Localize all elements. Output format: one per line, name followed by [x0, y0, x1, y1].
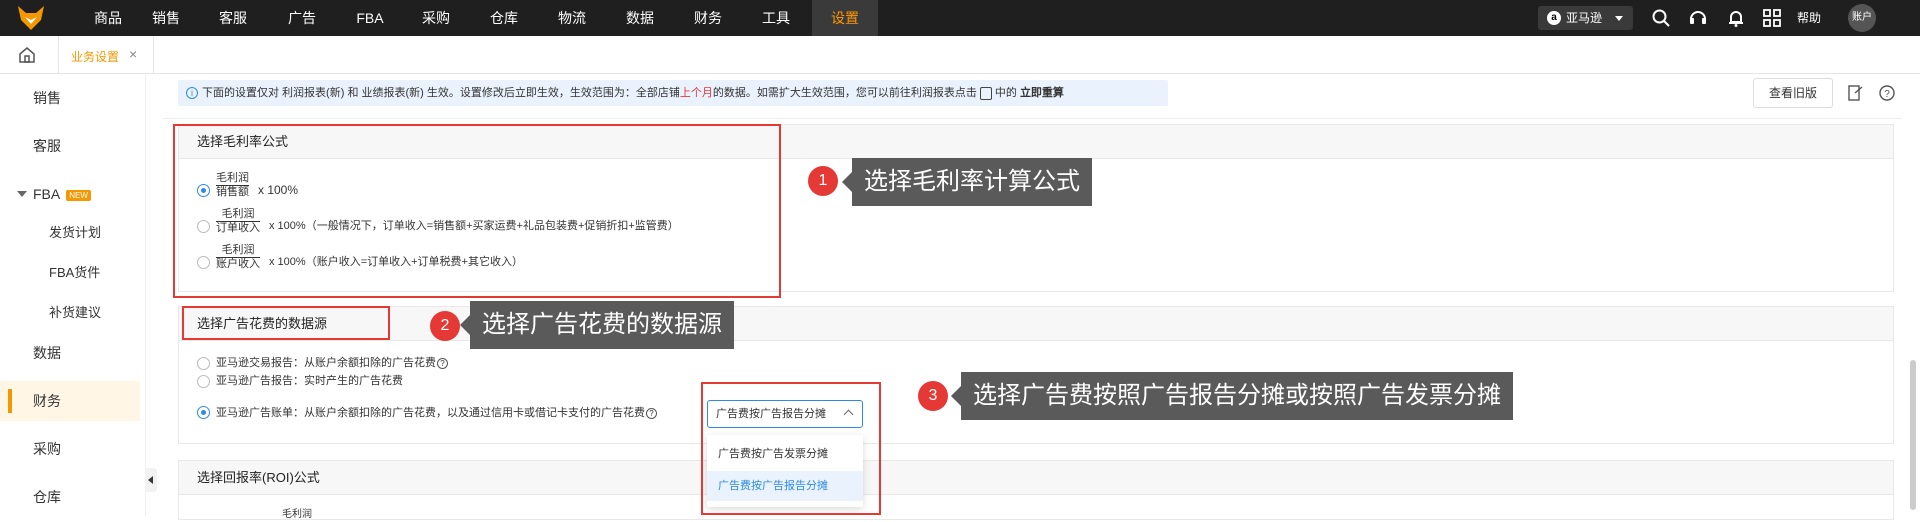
nav-products[interactable]: 商品	[80, 0, 136, 36]
sidebar-item-warehouse[interactable]: 仓库	[0, 477, 140, 517]
ad-source-option-2-radio[interactable]	[197, 375, 210, 388]
sidebar-item-purchase[interactable]: 采购	[0, 429, 140, 469]
info-icon: i	[186, 87, 198, 99]
annotation-box-3	[701, 382, 881, 515]
help-link[interactable]: 帮助	[1797, 0, 1821, 36]
section-title: 选择回报率(ROI)公式	[179, 461, 1893, 495]
fox-logo-icon[interactable]	[16, 4, 46, 32]
store-selector-label: 亚马逊	[1566, 11, 1603, 25]
info-text-highlight: 上个月	[679, 87, 713, 99]
store-selector[interactable]: a 亚马逊	[1538, 6, 1633, 30]
nav-purchase[interactable]: 采购	[408, 0, 464, 36]
new-badge: NEW	[66, 189, 91, 201]
annotation-number-1: 1	[808, 166, 838, 196]
sidebar-item-shipping-plan[interactable]: 发货计划	[0, 213, 140, 253]
view-old-version-button[interactable]: 查看旧版	[1753, 78, 1833, 108]
bell-icon[interactable]	[1726, 8, 1746, 28]
tab-business-settings[interactable]: 业务设置 ×	[58, 36, 154, 74]
help-circle-icon[interactable]: ?	[1878, 84, 1896, 102]
info-text-1: 下面的设置仅对 利润报表(新) 和 业绩报表(新) 生效。设置修改后立即生效，生…	[202, 87, 680, 99]
sidebar-item-sales[interactable]: 销售	[0, 78, 140, 118]
info-banner: i 下面的设置仅对 利润报表(新) 和 业绩报表(新) 生效。设置修改后立即生效…	[178, 80, 1168, 106]
annotation-callout-3: 选择广告费按照广告报告分摊或按照广告发票分摊	[951, 372, 1513, 420]
close-icon[interactable]: ×	[129, 46, 137, 62]
sidebar: 销售 客服 FBA NEW 发货计划 FBA货件 补货建议 数据 财务 采购 仓库	[0, 74, 146, 516]
home-icon[interactable]	[16, 44, 38, 66]
sidebar-item-fba-shipment[interactable]: FBA货件	[0, 253, 140, 293]
page-scrollbar[interactable]	[1910, 360, 1916, 510]
annotation-number-2: 2	[430, 311, 460, 341]
nav-data[interactable]: 数据	[612, 0, 668, 36]
nav-warehouse[interactable]: 仓库	[476, 0, 532, 36]
roi-fraction-numerator: 毛利润	[282, 509, 312, 520]
sidebar-item-restock[interactable]: 补货建议	[0, 293, 140, 333]
annotation-callout-1: 选择毛利率计算公式	[842, 158, 1092, 206]
expand-arrow-icon	[17, 191, 27, 197]
ad-source-option-1-text: 亚马逊交易报告：从账户余额扣除的广告花费	[216, 357, 436, 369]
annotation-box-1	[173, 124, 781, 298]
info-text-3: 中的	[994, 87, 1017, 99]
account-avatar[interactable]: 账户	[1848, 4, 1876, 32]
question-icon[interactable]: ?	[646, 407, 657, 419]
amazon-icon: a	[1547, 11, 1561, 25]
search-icon[interactable]	[1651, 8, 1671, 28]
ad-source-option-2-label: 亚马逊广告报告：实时产生的广告花费	[216, 375, 403, 387]
tab-bar: 业务设置 ×	[0, 36, 1920, 74]
svg-text:?: ?	[1884, 89, 1890, 100]
sidebar-collapse-handle[interactable]	[145, 468, 157, 492]
nav-settings[interactable]: 设置	[812, 0, 878, 36]
nav-finance[interactable]: 财务	[680, 0, 736, 36]
sidebar-item-fba-label: FBA	[33, 186, 61, 202]
recalculate-now-link[interactable]: 立即重算	[1020, 87, 1064, 99]
nav-ads[interactable]: 广告	[274, 0, 330, 36]
headset-icon[interactable]	[1688, 8, 1708, 28]
nav-fba[interactable]: FBA	[342, 0, 398, 36]
divider	[162, 118, 1902, 119]
sidebar-item-service[interactable]: 客服	[0, 126, 140, 166]
annotation-box-2	[182, 306, 390, 340]
sidebar-item-finance[interactable]: 财务	[0, 381, 140, 421]
ad-source-option-1-radio[interactable]	[197, 357, 210, 370]
annotation-callout-2: 选择广告花费的数据源	[460, 301, 734, 349]
roi-formula-section: 选择回报率(ROI)公式	[178, 460, 1894, 520]
sidebar-item-data[interactable]: 数据	[0, 333, 140, 373]
document-export-icon[interactable]	[1846, 84, 1864, 102]
ad-source-option-3-radio[interactable]	[197, 406, 210, 419]
ad-source-option-3-label: 亚马逊广告账单：从账户余额扣除的广告花费，以及通过信用卡或借记卡支付的广告花费?	[216, 406, 657, 420]
nav-logistics[interactable]: 物流	[544, 0, 600, 36]
apps-grid-icon[interactable]	[1762, 8, 1782, 28]
nav-sales[interactable]: 销售	[138, 0, 194, 36]
sidebar-item-fba[interactable]: FBA NEW	[0, 174, 140, 214]
calculator-icon	[979, 86, 992, 100]
nav-tools[interactable]: 工具	[748, 0, 804, 36]
question-icon[interactable]: ?	[437, 357, 448, 369]
annotation-number-3: 3	[918, 381, 948, 411]
caret-down-icon	[1615, 16, 1623, 21]
top-navigation-bar: 商品 销售 客服 广告 FBA 采购 仓库 物流 数据 财务 工具 设置 a 亚…	[0, 0, 1920, 36]
info-text-2: 的数据。如需扩大生效范围，您可以前往利润报表点击	[712, 87, 977, 99]
ad-source-option-1-label: 亚马逊交易报告：从账户余额扣除的广告花费?	[216, 356, 448, 370]
nav-service[interactable]: 客服	[205, 0, 261, 36]
ad-source-option-3-text: 亚马逊广告账单：从账户余额扣除的广告花费，以及通过信用卡或借记卡支付的广告花费	[216, 407, 645, 419]
tab-label: 业务设置	[71, 50, 120, 64]
